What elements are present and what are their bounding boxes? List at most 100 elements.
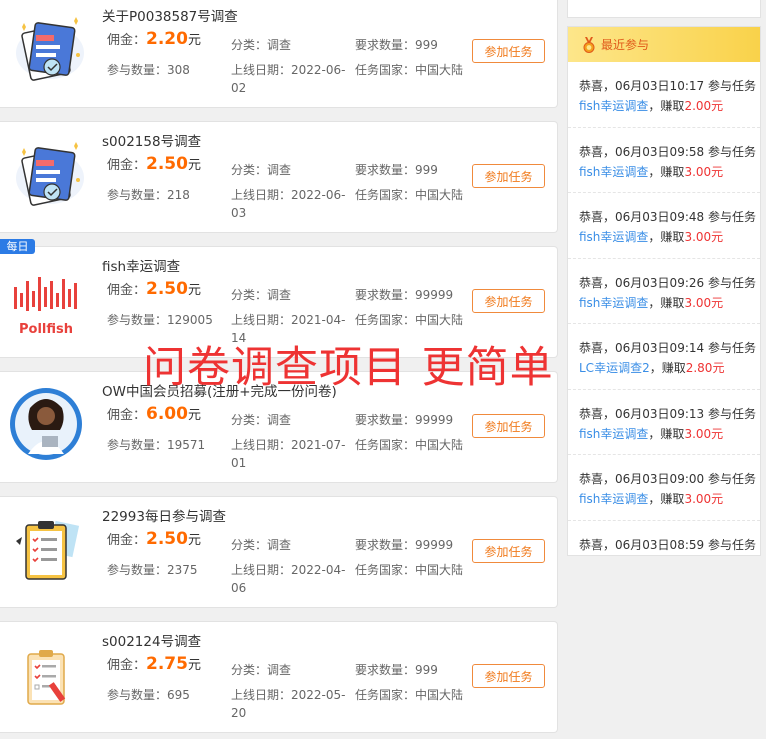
recent-entry: 恭喜，06月03日09:58 参与任务 fish幸运调查，赚取3.00元: [568, 128, 760, 193]
commission-label: 佣金：: [107, 658, 147, 673]
recent-entry: 恭喜，06月03日10:17 参与任务 fish幸运调查，赚取2.00元: [568, 62, 760, 128]
participants-label: 参与数量：: [107, 438, 168, 452]
task-title[interactable]: 关于P0038587号调查: [102, 5, 238, 25]
recent-entry-line1: 恭喜，06月03日09:48 参与任务: [579, 207, 760, 227]
participants-value: 2375: [167, 563, 198, 577]
required-count: 要求数量：99999: [355, 536, 453, 553]
recent-entry-line1: 恭喜，06月03日09:58 参与任务: [579, 142, 760, 162]
participants: 参与数量：695: [107, 686, 190, 703]
join-task-button[interactable]: 参加任务: [472, 289, 545, 313]
participants: 参与数量：19571: [107, 436, 205, 453]
recent-suffix: 参与任务: [704, 341, 756, 355]
recent-entry: 恭喜，06月03日09:26 参与任务 fish幸运调查，赚取3.00元: [568, 259, 760, 324]
commission-amount: 2.50: [146, 529, 188, 549]
commission-amount: 2.75: [146, 654, 188, 674]
online-date-label: 上线日期：: [231, 188, 292, 202]
country-value: 中国大陆: [415, 313, 464, 327]
recent-survey-link[interactable]: fish幸运调查: [579, 427, 648, 441]
recent-time: 06月03日09:14: [615, 341, 705, 355]
required-count: 要求数量：999: [355, 36, 438, 53]
participants: 参与数量：218: [107, 186, 190, 203]
recent-currency: 元: [711, 164, 724, 179]
join-task-button[interactable]: 参加任务: [472, 39, 545, 63]
country-label: 任务国家：: [355, 188, 416, 202]
recent-prefix: 恭喜，: [579, 144, 616, 159]
task-card[interactable]: 关于P0038587号调查 佣金：2.20元 参与数量：308 分类：调查 上线…: [0, 0, 558, 108]
required-value: 999: [415, 163, 438, 177]
member-avatar: [10, 388, 82, 460]
required-count: 要求数量：99999: [355, 411, 453, 428]
task-card[interactable]: s002158号调查 佣金：2.50元 参与数量：218 分类：调查 上线日期：…: [0, 121, 558, 233]
task-title[interactable]: fish幸运调查: [102, 255, 180, 275]
recent-survey-link[interactable]: LC幸运调查2: [579, 361, 650, 375]
recent-amount: 3.00: [684, 230, 712, 244]
commission: 佣金：2.50元: [107, 154, 201, 174]
recent-earn-label: ，赚取: [648, 492, 685, 506]
recent-currency: 元: [711, 295, 724, 310]
recent-prefix: 恭喜，: [579, 472, 616, 486]
recent-participation-panel: 最近参与 恭喜，06月03日10:17 参与任务 fish幸运调查，赚取2.00元…: [567, 26, 761, 556]
commission-amount: 2.20: [146, 29, 188, 49]
medal-icon: [583, 36, 595, 53]
survey-clipboard-icon: [16, 17, 84, 81]
recent-survey-link[interactable]: fish幸运调查: [579, 99, 648, 113]
commission-amount: 6.00: [146, 404, 188, 424]
online-date-label: 上线日期：: [231, 438, 292, 452]
category-value: 调查: [267, 663, 292, 677]
task-title[interactable]: s002158号调查: [102, 130, 201, 150]
promo-overlay-text: 问卷调查项目 更简单: [143, 343, 554, 393]
participants: 参与数量：308: [107, 61, 190, 78]
recent-entry-line1: 恭喜，06月03日09:13 参与任务: [579, 404, 760, 424]
task-card[interactable]: s002124号调查 佣金：2.75元 参与数量：695 分类：调查 上线日期：…: [0, 621, 558, 733]
recent-entry-line2: fish幸运调查，赚取3.00元: [579, 424, 760, 444]
category-label: 分类：: [231, 663, 268, 677]
country-value: 中国大陆: [415, 63, 464, 77]
recent-suffix: 参与任务: [704, 210, 756, 224]
category: 分类：调查: [231, 536, 291, 553]
recent-earn-label: ，赚取: [648, 426, 685, 441]
commission: 佣金：2.50元: [107, 279, 201, 299]
task-card[interactable]: 22993每日参与调查 佣金：2.50元 参与数量：2375 分类：调查 上线日…: [0, 496, 558, 608]
recent-survey-link[interactable]: fish幸运调查: [579, 230, 648, 244]
currency-unit: 元: [187, 408, 201, 423]
recent-currency: 元: [712, 361, 725, 375]
category-label: 分类：: [231, 413, 268, 427]
recent-amount: 3.00: [684, 492, 712, 506]
recent-suffix: 参与任务: [704, 537, 756, 552]
recent-time: 06月03日09:48: [615, 210, 705, 224]
commission-amount: 2.50: [146, 279, 188, 299]
recent-suffix: 参与任务: [704, 406, 756, 421]
join-task-button[interactable]: 参加任务: [472, 164, 545, 188]
currency-unit: 元: [187, 33, 201, 48]
country-value: 中国大陆: [415, 188, 464, 202]
join-task-button[interactable]: 参加任务: [472, 539, 545, 563]
recent-amount: 3.00: [684, 295, 712, 310]
category: 分类：调查: [231, 286, 291, 303]
participants-label: 参与数量：: [107, 313, 168, 327]
recent-suffix: 参与任务: [704, 79, 756, 93]
category: 分类：调查: [231, 411, 291, 428]
country-value: 中国大陆: [415, 563, 464, 577]
recent-entry-line1: 恭喜，06月03日10:17 参与任务: [579, 76, 760, 96]
recent-entry-line1: 恭喜，06月03日08:59 参与任务: [579, 535, 760, 555]
recent-panel-title: 最近参与: [601, 38, 650, 52]
currency-unit: 元: [187, 283, 201, 298]
join-task-button[interactable]: 参加任务: [472, 414, 545, 438]
recent-entry-line1: 恭喜，06月03日09:14 参与任务: [579, 338, 760, 358]
task-country: 任务国家：中国大陆: [355, 186, 463, 203]
recent-survey-link[interactable]: fish幸运调查: [579, 296, 648, 310]
commission: 佣金：2.50元: [107, 529, 201, 549]
required-value: 999: [415, 38, 438, 52]
join-task-button[interactable]: 参加任务: [472, 664, 545, 688]
category: 分类：调查: [231, 661, 291, 678]
recent-time: 06月03日10:17: [615, 79, 705, 93]
online-date: 上线日期：2021-07-01: [231, 436, 347, 472]
category-label: 分类：: [231, 538, 268, 552]
recent-panel-header: 最近参与: [568, 27, 760, 62]
recent-survey-link[interactable]: fish幸运调查: [579, 492, 648, 506]
recent-suffix: 参与任务: [704, 275, 756, 290]
recent-survey-link[interactable]: fish幸运调查: [579, 165, 648, 179]
task-country: 任务国家：中国大陆: [355, 61, 463, 78]
task-title[interactable]: 22993每日参与调查: [102, 505, 226, 525]
task-title[interactable]: s002124号调查: [102, 630, 201, 650]
